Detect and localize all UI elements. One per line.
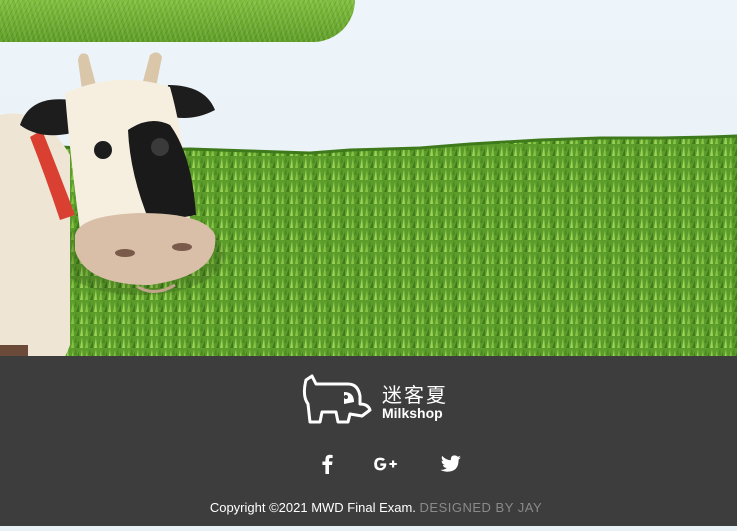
twitter-icon bbox=[440, 455, 461, 472]
facebook-icon bbox=[322, 454, 333, 474]
milkshop-logo[interactable]: 迷客夏 Milkshop bbox=[300, 374, 460, 426]
logo-english-name: Milkshop bbox=[382, 405, 443, 421]
site-footer: 迷客夏 Milkshop Copyright ©2021 MWD Final E… bbox=[0, 356, 737, 526]
google-plus-link[interactable] bbox=[371, 452, 401, 476]
google-plus-icon bbox=[374, 457, 397, 471]
top-grass-strip bbox=[0, 0, 355, 42]
copyright-line: Copyright ©2021 MWD Final Exam. DESIGNED… bbox=[0, 500, 737, 515]
designed-by-credit: DESIGNED BY JAY bbox=[419, 500, 543, 515]
social-links bbox=[313, 452, 473, 476]
logo-chinese-name: 迷客夏 bbox=[382, 385, 448, 407]
twitter-link[interactable] bbox=[435, 452, 465, 476]
facebook-link[interactable] bbox=[313, 452, 343, 476]
copyright-text: Copyright ©2021 MWD Final Exam. bbox=[209, 500, 416, 515]
cow-logo-icon bbox=[302, 374, 372, 424]
